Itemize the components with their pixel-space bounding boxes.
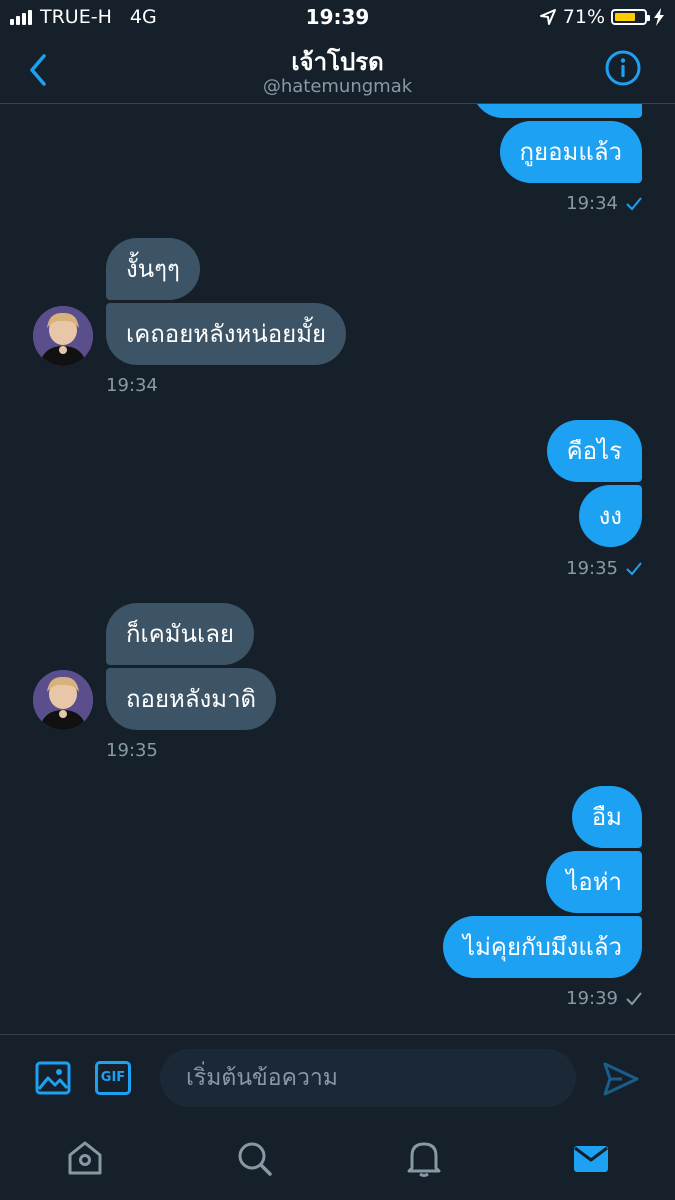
message-thread[interactable]: กูยอมแล้ว 19:34 งั้นๆๆ เคถอยหลังหน่อยมั้… — [0, 104, 675, 1034]
add-photo-button[interactable] — [35, 1061, 71, 1095]
message-bubble-outgoing[interactable]: ไอห่า — [546, 851, 642, 913]
message-bubble-incoming[interactable]: ถอยหลังมาดิ — [106, 668, 277, 730]
mail-icon — [574, 1146, 608, 1172]
message-input[interactable] — [160, 1049, 576, 1107]
battery-icon — [611, 9, 650, 25]
message-composer: GIF — [0, 1034, 675, 1124]
home-icon — [68, 1141, 102, 1175]
avatar-photo — [33, 306, 93, 366]
avatar-photo — [33, 670, 93, 730]
tab-notifications[interactable] — [404, 1138, 444, 1178]
send-icon — [603, 1062, 639, 1096]
conversation-handle: @hatemungmak — [262, 76, 413, 97]
sent-check-icon — [626, 562, 642, 576]
battery-percent: 71% — [562, 6, 605, 28]
message-timestamp: 19:34 — [566, 193, 642, 214]
tab-messages[interactable] — [571, 1138, 611, 1178]
message-timestamp: 19:34 — [106, 375, 158, 396]
info-icon — [605, 50, 641, 86]
location-arrow-icon — [539, 9, 556, 25]
message-bubble-outgoing[interactable]: อืม — [571, 786, 642, 848]
message-bubble-outgoing[interactable]: คือไร — [546, 420, 642, 482]
status-bar: TRUE-H 4G 19:39 71% — [0, 0, 675, 34]
sent-check-icon — [626, 197, 642, 211]
info-button[interactable] — [605, 50, 641, 86]
send-button[interactable] — [602, 1061, 640, 1097]
message-bubble-outgoing[interactable]: ไม่คุยกับมึงแล้ว — [443, 916, 642, 978]
message-timestamp: 19:39 — [566, 988, 642, 1009]
bottom-tab-bar — [0, 1124, 675, 1200]
message-bubble-incoming[interactable]: ก็เคมันเลย — [106, 603, 254, 665]
image-icon — [35, 1061, 71, 1095]
tab-home[interactable] — [65, 1138, 105, 1178]
bell-icon — [407, 1142, 441, 1177]
avatar[interactable] — [33, 306, 93, 366]
charging-bolt-icon — [654, 8, 664, 26]
message-timestamp: 19:35 — [566, 558, 642, 579]
message-bubble-incoming[interactable]: เคถอยหลังหน่อยมั้ย — [106, 303, 347, 365]
conversation-header: เจ้าโปรด @hatemungmak — [0, 34, 675, 104]
message-bubble-outgoing[interactable]: กูยอมแล้ว — [499, 121, 642, 183]
message-bubble-partial[interactable] — [472, 104, 642, 118]
add-gif-button[interactable]: GIF — [95, 1061, 131, 1095]
message-bubble-incoming[interactable]: งั้นๆๆ — [106, 238, 200, 300]
message-timestamp: 19:35 — [106, 740, 158, 761]
sent-check-icon — [626, 992, 642, 1006]
tab-search[interactable] — [234, 1138, 274, 1178]
avatar[interactable] — [33, 670, 93, 730]
search-icon — [238, 1142, 272, 1176]
message-bubble-outgoing[interactable]: งง — [578, 485, 642, 547]
